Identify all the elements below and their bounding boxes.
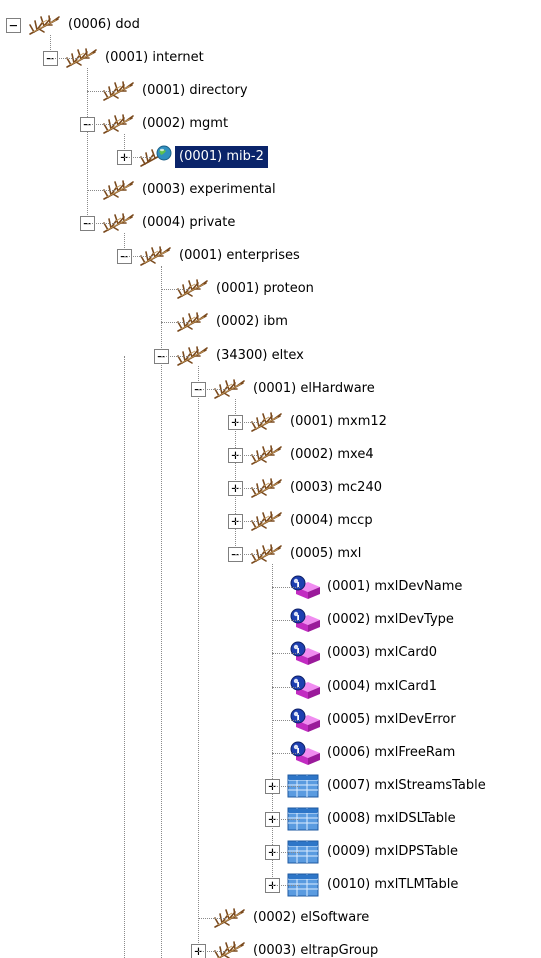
tree-node-label[interactable]: (0002) ibm: [212, 311, 292, 333]
tree-node-label[interactable]: (0002) mxlDevType: [323, 609, 458, 631]
tree-connector-horizontal: [124, 256, 152, 257]
tree-node-label[interactable]: (0001) mxm12: [286, 411, 391, 433]
tree-node-label[interactable]: (0010) mxlTLMTable: [323, 874, 462, 896]
mib-tree-view[interactable]: − (0006) dod − (0001) internet (0001) di…: [0, 0, 541, 958]
tree-node-label[interactable]: (0004) mccp: [286, 510, 377, 532]
tree-connector-horizontal: [87, 124, 115, 125]
branch-icon: [28, 13, 62, 37]
tree-connector-horizontal: [272, 687, 300, 688]
tree-connector-vertical: [161, 356, 162, 958]
tree-node-label[interactable]: (0003) experimental: [138, 179, 280, 201]
tree-node-label[interactable]: (0005) mxl: [286, 543, 365, 565]
tree-node-label[interactable]: (0006) dod: [64, 14, 144, 36]
tree-node-label[interactable]: (0001) mib-2: [175, 146, 268, 168]
tree-node-label[interactable]: (0001) enterprises: [175, 245, 304, 267]
tree-node-label[interactable]: (0001) internet: [101, 47, 208, 69]
tree-node-label[interactable]: (34300) eltex: [212, 345, 308, 367]
tree-connector-vertical: [161, 266, 162, 356]
tree-node-label[interactable]: (0002) mxe4: [286, 444, 378, 466]
tree-node-label[interactable]: (0002) elSoftware: [249, 907, 373, 929]
tree-node-label[interactable]: (0003) mxlCard0: [323, 642, 441, 664]
tree-node-label[interactable]: (0004) mxlCard1: [323, 676, 441, 698]
tree-connector-horizontal: [272, 620, 300, 621]
tree-connector-horizontal: [272, 653, 300, 654]
tree-node-label[interactable]: (0001) mxlDevName: [323, 576, 466, 598]
tree-connector-horizontal: [272, 753, 300, 754]
tree-node-label[interactable]: (0009) mxlDPSTable: [323, 841, 462, 863]
tree-connector-horizontal: [161, 356, 189, 357]
tree-connector-vertical: [124, 356, 125, 958]
tree-connector-horizontal: [87, 223, 115, 224]
tree-connector-horizontal: [235, 554, 263, 555]
tree-connector-horizontal: [161, 322, 189, 323]
tree-connector-horizontal: [272, 720, 300, 721]
tree-node-label[interactable]: (0005) mxlDevError: [323, 709, 460, 731]
tree-connector-horizontal: [198, 918, 226, 919]
tree-node-label[interactable]: (0004) private: [138, 212, 239, 234]
tree-node-label[interactable]: (0002) mgmt: [138, 113, 232, 135]
tree-connector-horizontal: [50, 58, 78, 59]
tree-connector-vertical: [272, 564, 273, 885]
tree-connector-horizontal: [161, 289, 189, 290]
tree-connector-horizontal: [235, 521, 263, 522]
tree-connector-horizontal: [272, 885, 300, 886]
tree-connector-horizontal: [235, 455, 263, 456]
tree-node-label[interactable]: (0007) mxlStreamsTable: [323, 775, 490, 797]
tree-node-label[interactable]: (0001) elHardware: [249, 378, 379, 400]
tree-node-label[interactable]: (0001) directory: [138, 80, 252, 102]
tree-connector-horizontal: [272, 587, 300, 588]
tree-connector-horizontal: [272, 819, 300, 820]
tree-node-label[interactable]: (0003) mc240: [286, 477, 386, 499]
tree-node-label[interactable]: (0008) mxlDSLTable: [323, 808, 460, 830]
tree-node-label[interactable]: (0001) proteon: [212, 278, 318, 300]
tree-connector-horizontal: [235, 488, 263, 489]
tree-connector-horizontal: [272, 852, 300, 853]
collapse-icon[interactable]: −: [6, 18, 21, 33]
tree-connector-horizontal: [198, 951, 226, 952]
tree-connector-vertical: [198, 366, 199, 951]
tree-node-label[interactable]: (0003) eltrapGroup: [249, 940, 382, 958]
tree-connector-horizontal: [198, 389, 226, 390]
tree-connector-horizontal: [124, 157, 152, 158]
tree-connector-horizontal: [87, 91, 115, 92]
tree-connector-horizontal: [272, 786, 300, 787]
tree-connector-horizontal: [87, 190, 115, 191]
branch-icon: [213, 939, 247, 958]
tree-node-label[interactable]: (0006) mxlFreeRam: [323, 742, 459, 764]
tree-connector-horizontal: [235, 422, 263, 423]
